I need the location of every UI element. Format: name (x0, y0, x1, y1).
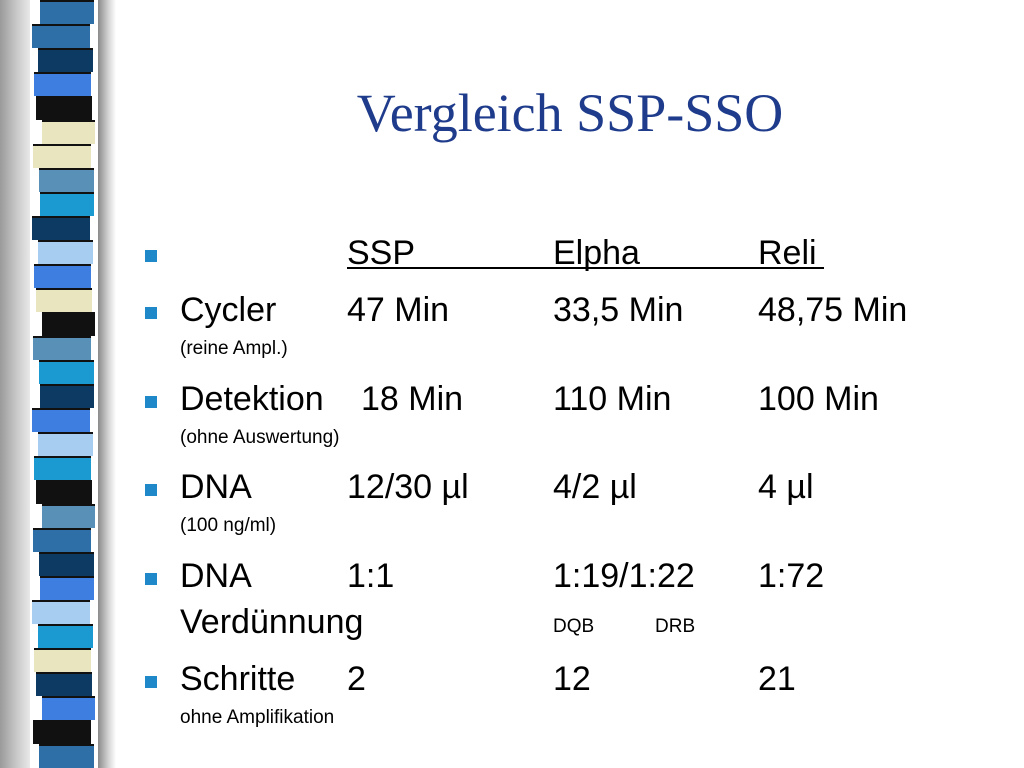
decorative-stripe (36, 96, 92, 120)
slide-title: Vergleich SSP-SSO (356, 83, 784, 143)
decorative-stripe (38, 48, 93, 72)
decorative-stripe (40, 192, 94, 216)
decorative-stripe (39, 744, 94, 768)
cell-ssp: 18 Min (361, 380, 464, 418)
cell-ssp: 1:1 (347, 557, 395, 595)
cell-elpha: 4/2 µl (553, 468, 637, 506)
bullet-icon (145, 307, 157, 319)
decorative-stripe (34, 648, 91, 672)
cell-elpha: 12 (553, 660, 591, 698)
decorative-stripe (42, 696, 95, 720)
decorative-stripe (33, 336, 91, 360)
decorative-stripe (34, 264, 91, 288)
cell-ssp: 2 (347, 660, 366, 698)
row-note-detektion: (ohne Auswertung) (180, 427, 340, 448)
decorative-stripe (38, 240, 93, 264)
decorative-stripe (32, 216, 90, 240)
cell-ssp: 12/30 µl (347, 468, 469, 506)
cell-reli: 100 Min (758, 380, 879, 418)
decorative-stripe (34, 456, 91, 480)
decorative-stripe (32, 600, 90, 624)
decorative-stripe (39, 552, 94, 576)
bullet-icon (145, 250, 157, 262)
header-elpha: Elpha (553, 234, 640, 272)
decorative-stripe (42, 120, 95, 144)
cell-reli: 48,75 Min (758, 291, 908, 329)
cell-reli: 21 (758, 660, 796, 698)
row-label-dna-dilution: DNA (180, 557, 252, 595)
decorative-stripe (36, 672, 92, 696)
decorative-stripe (36, 480, 92, 504)
bullet-icon (145, 573, 157, 585)
row-note-cycler: (reine Ampl.) (180, 338, 288, 359)
row-label-cycler: Cycler (180, 291, 277, 329)
cell-elpha: 33,5 Min (553, 291, 684, 329)
decorative-stripe (40, 576, 94, 600)
row-label-verduennung: Verdünnung (180, 603, 364, 641)
bullet-icon (145, 484, 157, 496)
cell-reli: 1:72 (758, 557, 825, 595)
left-shadow-strip (0, 0, 30, 768)
decorative-stripe (38, 624, 93, 648)
cell-elpha: 110 Min (553, 380, 672, 418)
stripe-shadow (98, 0, 116, 768)
decorative-stripe (33, 144, 91, 168)
row-label-dna: DNA (180, 468, 252, 506)
row-label-schritte: Schritte (180, 660, 296, 698)
bullet-icon (145, 396, 157, 408)
decorative-stripe (34, 72, 91, 96)
cell-elpha: 1:19/1:22 (553, 557, 695, 595)
header-reli: Reli (758, 234, 817, 272)
decorative-stripe (32, 24, 90, 48)
decorative-stripe (39, 360, 94, 384)
cell-ssp: 47 Min (347, 291, 450, 329)
decorative-stripe (40, 384, 94, 408)
decorative-stripe (38, 432, 93, 456)
decorative-stripe (32, 408, 90, 432)
bullet-icon (145, 676, 157, 688)
decorative-stripe (33, 720, 91, 744)
sub-label-dqb: DQB (553, 616, 595, 637)
header-underline (347, 267, 824, 269)
row-label-detektion: Detektion (180, 380, 324, 418)
row-note-dna: (100 ng/ml) (180, 515, 277, 536)
decorative-stripe (33, 528, 91, 552)
row-note-schritte: ohne Amplifikation (180, 707, 335, 728)
decorative-stripe (40, 0, 94, 24)
decorative-stripe (42, 312, 95, 336)
decorative-stripe (39, 168, 94, 192)
header-ssp: SSP (347, 234, 416, 272)
decorative-stripe (36, 288, 92, 312)
cell-reli: 4 µl (758, 468, 814, 506)
decorative-stripe (42, 504, 95, 528)
sub-label-drb: DRB (655, 616, 696, 637)
